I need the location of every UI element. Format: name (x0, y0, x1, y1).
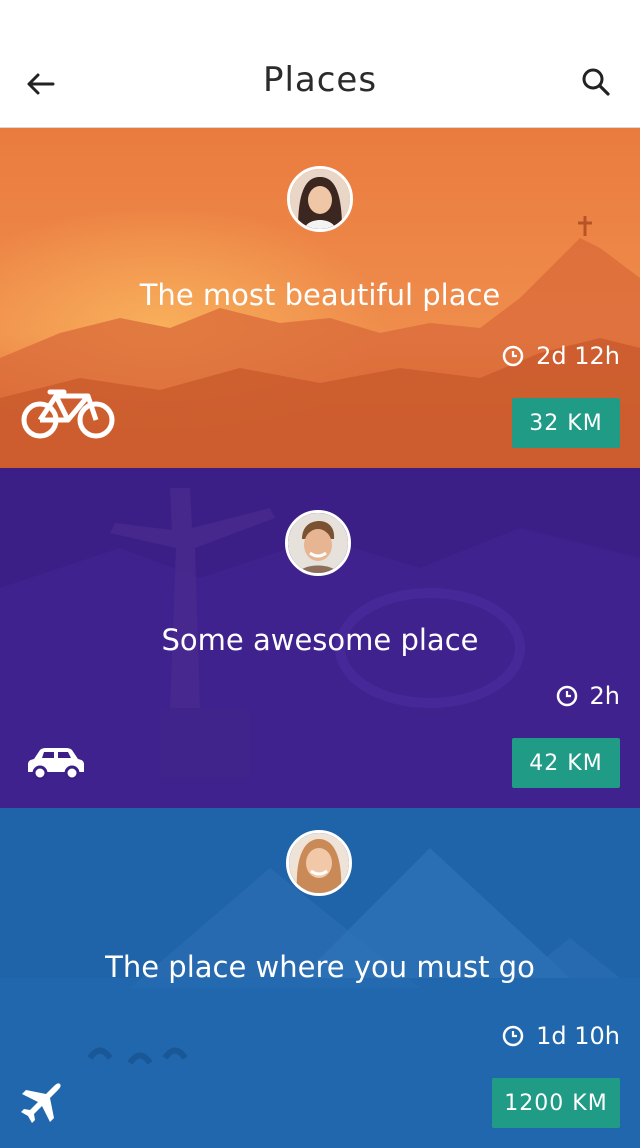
user-avatar-female-icon (289, 833, 349, 893)
duration-text: 2d 12h (536, 342, 620, 370)
duration: 1d 10h (502, 1022, 620, 1050)
duration: 2h (556, 682, 620, 710)
clock-icon (502, 345, 524, 367)
transport-mode (20, 386, 116, 442)
bicycle-icon (21, 389, 115, 439)
place-card[interactable]: The most beautiful place 2d 12h 32 KM (0, 128, 640, 468)
airplane-icon (21, 1083, 61, 1123)
user-avatar-female-icon (290, 169, 350, 229)
distance-badge: 42 KM (512, 738, 620, 788)
page-title: Places (262, 60, 378, 100)
transport-mode (20, 1082, 62, 1124)
user-avatar-male-icon (288, 513, 348, 573)
clock-icon (556, 685, 577, 707)
avatar[interactable] (285, 510, 351, 576)
avatar[interactable] (287, 166, 353, 232)
place-title: The most beautiful place (139, 278, 501, 312)
place-card[interactable]: Some awesome place 2h 42 KM (0, 468, 640, 808)
place-title: The place where you must go (105, 950, 535, 984)
places-screen: Places The most beautiful place 2d 12h 3… (0, 0, 640, 1148)
app-header: Places (0, 0, 640, 128)
distance-badge: 1200 KM (492, 1078, 620, 1128)
avatar[interactable] (286, 830, 352, 896)
search-icon (582, 68, 610, 96)
place-title: Some awesome place (161, 623, 479, 657)
distance-badge: 32 KM (512, 398, 620, 448)
duration-text: 1d 10h (536, 1022, 620, 1050)
duration: 2d 12h (502, 342, 620, 370)
clock-icon (502, 1025, 524, 1047)
search-button[interactable] (576, 62, 616, 102)
car-icon (28, 748, 84, 781)
transport-mode (26, 746, 86, 782)
duration-text: 2h (589, 682, 620, 710)
place-card[interactable]: The place where you must go 1d 10h 1200 … (0, 808, 640, 1148)
